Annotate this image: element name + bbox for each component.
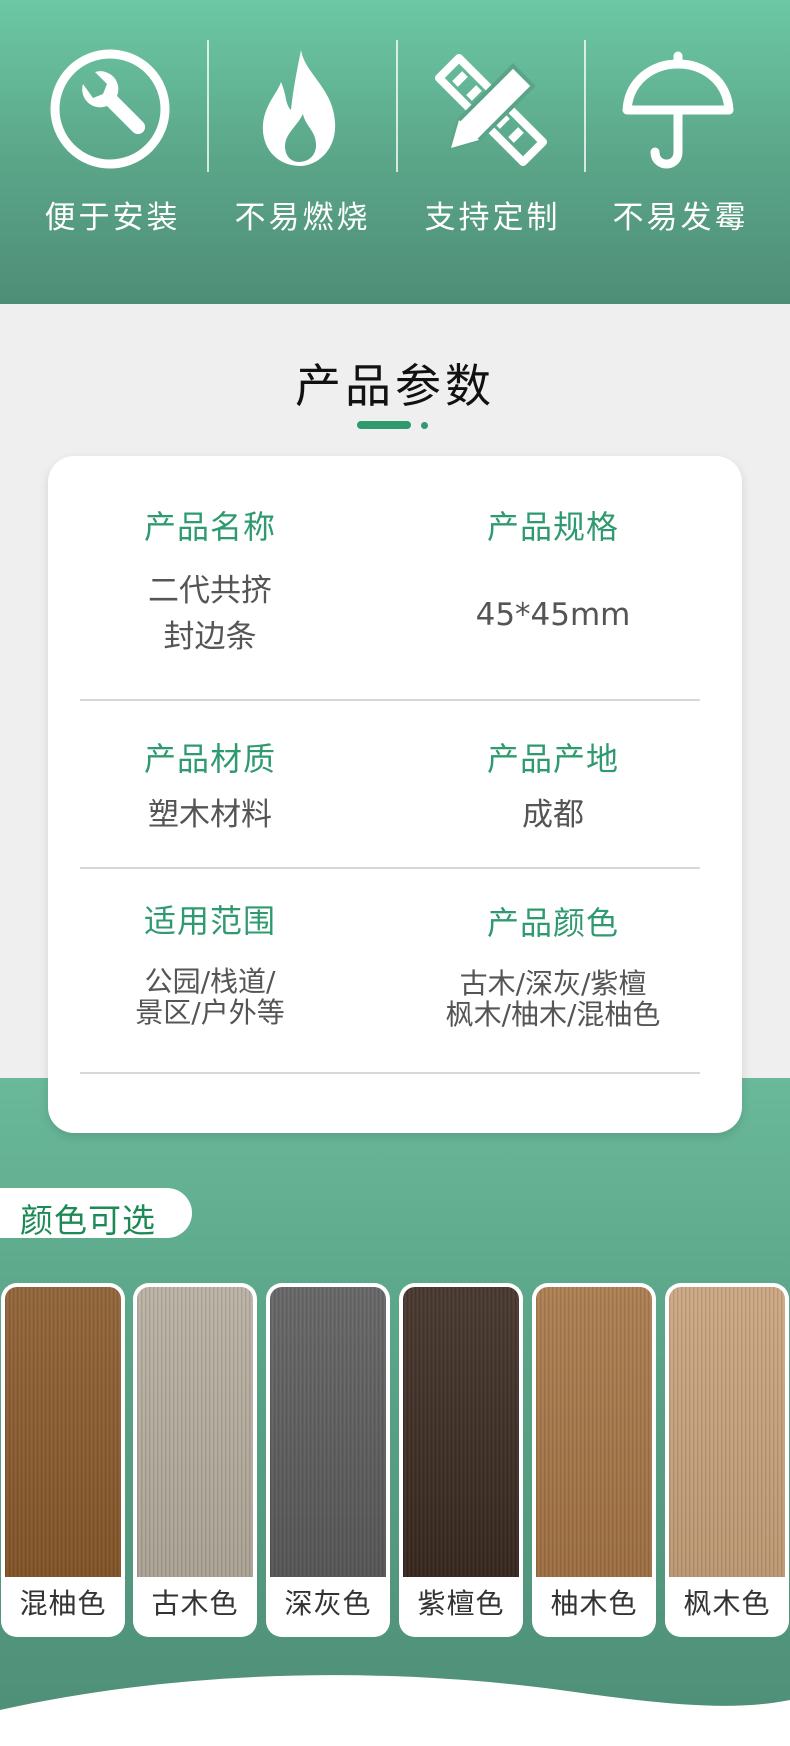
product-scope-line: 公园/栈道/: [144, 965, 276, 998]
row-divider: [80, 867, 700, 869]
product-colors-label: 产品颜色: [486, 904, 619, 942]
features-banner: 便于安装 不易燃烧 支持定制 不易发霉: [0, 0, 790, 304]
wood-sample: [137, 1287, 253, 1577]
color-swatch[interactable]: 混柚色: [1, 1283, 125, 1637]
product-colors-value: 古木/深灰/紫檀 枫木/柚木/混柚色: [393, 968, 713, 1030]
wood-sample: [403, 1287, 519, 1577]
flame-icon: [235, 44, 365, 174]
product-colors-line: 枫木/柚木/混柚色: [445, 998, 661, 1031]
color-swatch-name: 深灰色: [284, 1587, 372, 1620]
wrench-icon: [45, 44, 175, 174]
row-divider: [80, 1072, 700, 1074]
feature-mold-resistant: 不易发霉: [568, 0, 758, 304]
product-material-value: 塑木材料: [148, 797, 272, 833]
wood-sample: [270, 1287, 386, 1577]
feature-customizable: 支持定制: [380, 0, 570, 304]
wood-sample: [5, 1287, 121, 1577]
pencil-ruler-icon: [425, 44, 555, 174]
product-name-line: 封边条: [163, 619, 257, 655]
color-swatch-name: 混柚色: [19, 1587, 107, 1620]
color-swatch[interactable]: 紫檀色: [399, 1283, 523, 1637]
color-swatch[interactable]: 枫木色: [665, 1283, 789, 1637]
color-swatch[interactable]: 古木色: [133, 1283, 257, 1637]
color-swatch-name: 紫檀色: [417, 1587, 505, 1620]
wave-decoration: [0, 1675, 790, 1746]
color-swatch-name: 古木色: [151, 1587, 239, 1620]
title-underline-dot: [421, 422, 428, 429]
umbrella-icon: [613, 44, 743, 174]
product-spec-label: 产品规格: [486, 508, 619, 546]
product-scope-label: 适用范围: [143, 902, 276, 940]
row-divider: [80, 699, 700, 701]
color-swatch-name: 枫木色: [683, 1587, 771, 1620]
color-options-tag: 颜色可选: [0, 1188, 192, 1240]
section-title: 产品参数: [295, 359, 495, 413]
product-material-label: 产品材质: [143, 740, 276, 778]
params-card: 产品名称 二代共挤 封边条 产品规格 45*45mm 产品材质 塑木材料 产品产…: [48, 456, 742, 1133]
wood-sample: [536, 1287, 652, 1577]
title-underline: [357, 421, 411, 429]
feature-fire-resistant: 不易燃烧: [190, 0, 380, 304]
product-spec-value: 45*45mm: [475, 597, 631, 633]
product-colors-line: 古木/深灰/紫檀: [459, 967, 647, 1000]
product-origin-label: 产品产地: [486, 740, 619, 778]
product-scope-value: 公园/栈道/ 景区/户外等: [50, 966, 370, 1028]
product-name-label: 产品名称: [143, 508, 276, 546]
color-swatch[interactable]: 柚木色: [532, 1283, 656, 1637]
feature-easy-install: 便于安装: [0, 0, 190, 304]
product-scope-line: 景区/户外等: [135, 996, 285, 1029]
product-name-line: 二代共挤: [148, 573, 272, 609]
color-options-title: 颜色可选: [20, 1201, 156, 1240]
color-swatch[interactable]: 深灰色: [266, 1283, 390, 1637]
color-swatch-name: 柚木色: [550, 1587, 638, 1620]
product-origin-value: 成都: [522, 797, 584, 833]
feature-label: 不易发霉: [612, 200, 749, 236]
wood-sample: [669, 1287, 785, 1577]
product-name-value: 二代共挤 封边条: [50, 568, 370, 660]
